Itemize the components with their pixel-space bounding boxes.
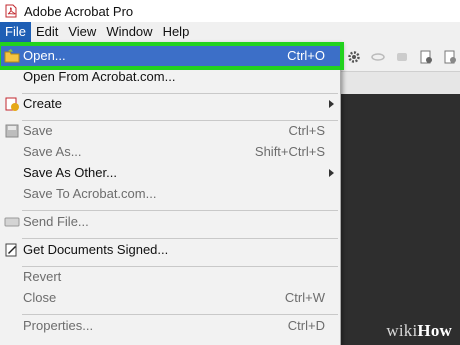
menu-item-save-as-other[interactable]: Save As Other... bbox=[0, 162, 341, 184]
menu-item-label: Revert bbox=[23, 269, 62, 284]
menu-item-revert[interactable]: Revert bbox=[0, 266, 341, 288]
menu-item-get-documents-signed[interactable]: Get Documents Signed... bbox=[0, 239, 341, 261]
menu-item-label: Get Documents Signed... bbox=[23, 242, 169, 257]
menu-bar: File Edit View Window Help bbox=[0, 22, 460, 42]
menu-item-label: Properties... bbox=[23, 318, 94, 333]
menu-item-label: Close bbox=[23, 290, 57, 305]
menu-item-save-to-acrobat[interactable]: Save To Acrobat.com... bbox=[0, 183, 341, 205]
menu-item-shortcut: Ctrl+W bbox=[284, 290, 325, 305]
menu-item-save[interactable]: Save Ctrl+S bbox=[0, 120, 341, 142]
window-title: Adobe Acrobat Pro bbox=[24, 3, 134, 19]
menu-item-open-from-acrobat[interactable]: Open From Acrobat.com... bbox=[0, 66, 341, 88]
menu-item-save-as[interactable]: Save As... Shift+Ctrl+S bbox=[0, 141, 341, 163]
send-file-icon bbox=[4, 214, 20, 230]
menu-item-label: Save To Acrobat.com... bbox=[23, 186, 157, 201]
menu-item-label: Send File... bbox=[23, 214, 89, 229]
menu-edit[interactable]: Edit bbox=[31, 22, 63, 42]
menu-item-shortcut: Shift+Ctrl+S bbox=[254, 144, 325, 159]
link-icon[interactable] bbox=[370, 49, 386, 65]
menu-file[interactable]: File bbox=[0, 22, 31, 42]
save-disk-icon bbox=[4, 123, 20, 139]
menu-item-create[interactable]: Create bbox=[0, 93, 341, 115]
delete-page-icon[interactable] bbox=[418, 49, 434, 65]
menu-item-label: Save bbox=[23, 123, 53, 138]
acrobat-pdf-icon bbox=[4, 4, 18, 18]
secondary-toolbar bbox=[340, 72, 460, 94]
toolbar bbox=[340, 42, 460, 72]
title-bar: Adobe Acrobat Pro bbox=[0, 0, 460, 22]
menu-item-label: Save As... bbox=[23, 144, 82, 159]
menu-help[interactable]: Help bbox=[158, 22, 195, 42]
menu-view[interactable]: View bbox=[63, 22, 101, 42]
open-folder-icon bbox=[4, 48, 20, 64]
page-settings-icon[interactable] bbox=[442, 49, 458, 65]
file-menu-dropdown: Open... Ctrl+O Open From Acrobat.com... … bbox=[0, 42, 344, 345]
menu-item-send-file[interactable]: Send File... bbox=[0, 211, 341, 233]
submenu-arrow-icon bbox=[329, 100, 334, 108]
create-pdf-icon bbox=[4, 96, 20, 112]
menu-item-label: Save As Other... bbox=[23, 165, 117, 180]
wikihow-watermark: wikiHow bbox=[386, 321, 452, 340]
stamp-icon[interactable] bbox=[394, 49, 410, 65]
menu-item-shortcut: Ctrl+O bbox=[287, 48, 325, 63]
menu-item-close[interactable]: Close Ctrl+W bbox=[0, 287, 341, 309]
menu-item-properties[interactable]: Properties... Ctrl+D bbox=[0, 315, 341, 337]
menu-item-label: Open... bbox=[23, 48, 66, 63]
submenu-arrow-icon bbox=[329, 169, 334, 177]
menu-item-label: Create bbox=[23, 96, 63, 111]
menu-item-label: Open From Acrobat.com... bbox=[23, 69, 176, 84]
menu-item-shortcut: Ctrl+S bbox=[288, 123, 325, 138]
menu-item-shortcut: Ctrl+D bbox=[287, 318, 325, 333]
menu-item-open[interactable]: Open... Ctrl+O bbox=[0, 42, 344, 70]
document-area bbox=[340, 94, 460, 345]
sign-document-icon bbox=[4, 242, 20, 258]
menu-window[interactable]: Window bbox=[101, 22, 157, 42]
settings-gear-icon[interactable] bbox=[346, 49, 362, 65]
